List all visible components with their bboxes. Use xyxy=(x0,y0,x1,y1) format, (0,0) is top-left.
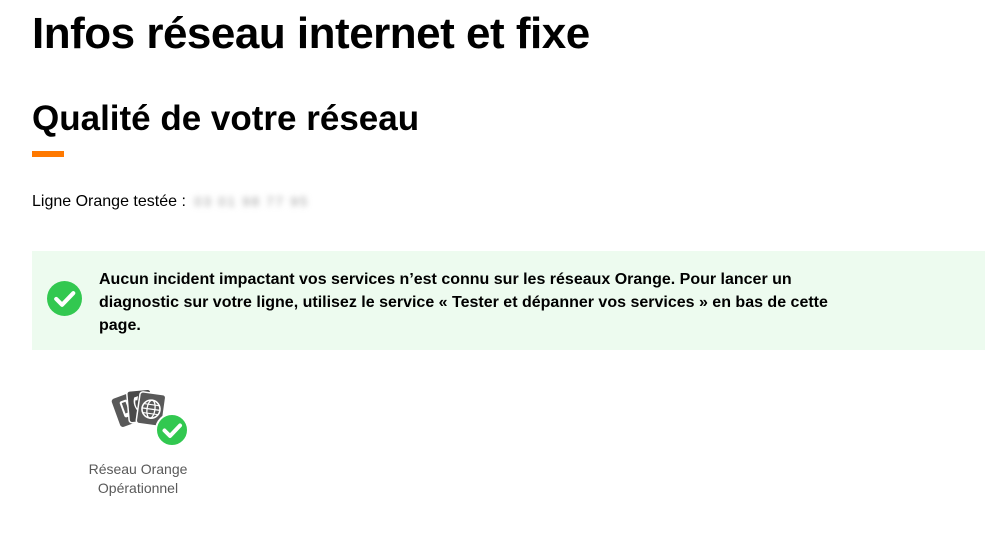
network-status-label-line2: Opérationnel xyxy=(97,480,179,496)
section-title-accent-bar xyxy=(32,151,64,157)
incident-status-message: Aucun incident impactant vos services n’… xyxy=(99,271,828,334)
network-status-label: Réseau Orange Opérationnel xyxy=(78,460,198,498)
page: Infos réseau internet et fixe Qualité de… xyxy=(0,0,999,539)
tested-line-info: Ligne Orange testée : 03 01 98 77 95 xyxy=(32,192,309,212)
network-services-check-icon xyxy=(111,388,189,447)
page-title: Infos réseau internet et fixe xyxy=(32,9,590,58)
network-status-label-line1: Réseau Orange xyxy=(88,461,188,477)
tested-line-number: 03 01 98 77 95 xyxy=(194,194,310,209)
check-circle-icon xyxy=(47,281,82,316)
section-title: Qualité de votre réseau xyxy=(32,99,420,138)
tested-line-label: Ligne Orange testée : xyxy=(32,193,186,211)
incident-status-alert: Aucun incident impactant vos services n’… xyxy=(32,251,985,350)
